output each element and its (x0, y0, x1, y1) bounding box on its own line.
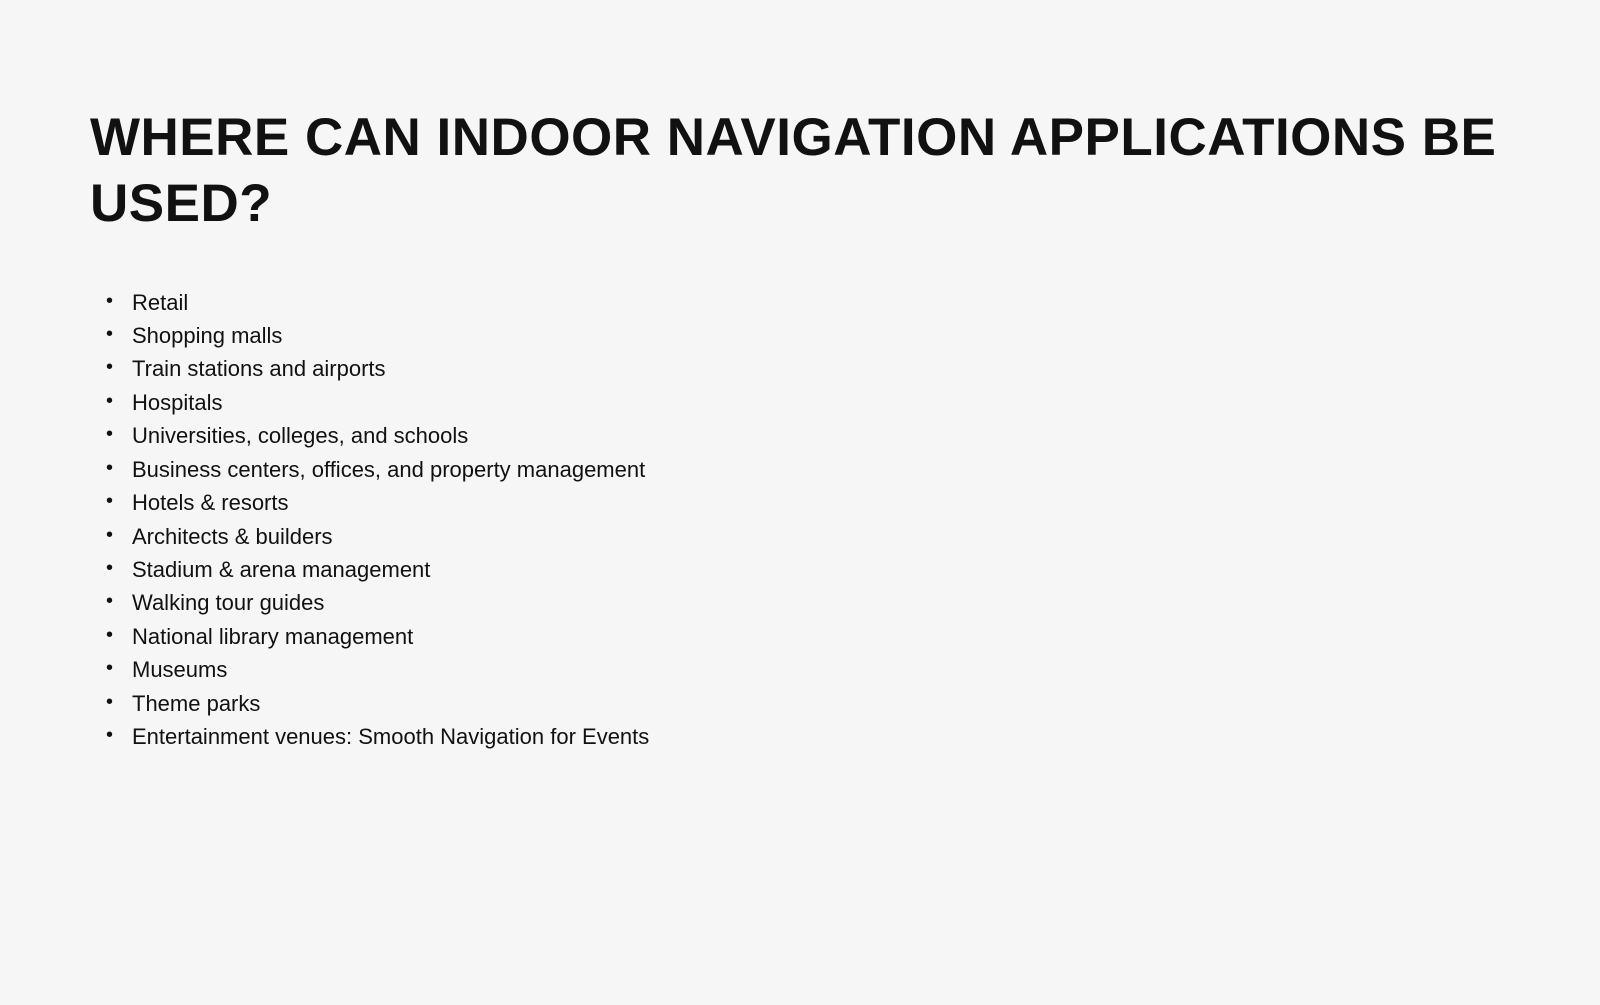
list-item: Walking tour guides (104, 586, 724, 619)
list-item: Universities, colleges, and schools (104, 419, 724, 452)
list-item: Hotels & resorts (104, 486, 724, 519)
list-item: Hospitals (104, 386, 724, 419)
list-item: Architects & builders (104, 520, 724, 553)
list-item: Retail (104, 286, 724, 319)
list-item: Entertainment venues: Smooth Navigation … (104, 720, 724, 753)
list-item: Museums (104, 653, 724, 686)
list-item: Theme parks (104, 687, 724, 720)
list-item: National library management (104, 620, 724, 653)
use-case-list: Retail Shopping malls Train stations and… (90, 286, 1510, 754)
page-heading: WHERE CAN INDOOR NAVIGATION APPLICATIONS… (90, 105, 1510, 238)
list-item: Business centers, offices, and property … (104, 453, 724, 486)
list-item: Stadium & arena management (104, 553, 724, 586)
list-item: Shopping malls (104, 319, 724, 352)
list-item: Train stations and airports (104, 352, 724, 385)
